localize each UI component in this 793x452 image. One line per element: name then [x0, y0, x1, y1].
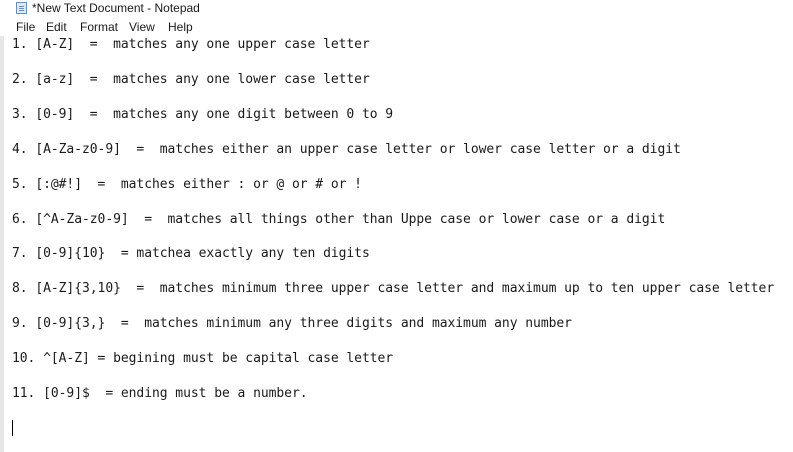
- notepad-window: *New Text Document - Notepad File Edit F…: [0, 0, 793, 452]
- text-line-4: 4. [A-Za-z0-9] = matches either an upper…: [12, 142, 681, 157]
- menu-view[interactable]: View: [129, 20, 155, 34]
- notepad-icon: [16, 2, 27, 14]
- text-line-8: 8. [A-Z]{3,10} = matches minimum three u…: [12, 281, 775, 296]
- text-line-6: 6. [^A-Za-z0-9] = matches all things oth…: [12, 212, 666, 227]
- window-title: *New Text Document - Notepad: [32, 1, 200, 15]
- text-line-9: 9. [0-9]{3,} = matches minimum any three…: [12, 316, 572, 331]
- menu-file[interactable]: File: [16, 20, 35, 34]
- text-line-7: 7. [0-9]{10} = matchea exactly any ten d…: [12, 246, 370, 261]
- text-line-11: 11. [0-9]$ = ending must be a number.: [12, 386, 308, 401]
- menu-bar: File Edit Format View Help: [0, 18, 793, 36]
- text-line-5: 5. [:@#!] = matches either : or @ or # o…: [12, 177, 362, 192]
- title-bar[interactable]: *New Text Document - Notepad: [0, 0, 793, 18]
- menu-format[interactable]: Format: [80, 20, 118, 34]
- editor-left-edge: [0, 36, 4, 452]
- text-line-10: 10. ^[A-Z] = begining must be capital ca…: [12, 351, 394, 366]
- menu-help[interactable]: Help: [168, 20, 193, 34]
- text-line-3: 3. [0-9] = matches any one digit between…: [12, 107, 394, 122]
- text-cursor: [12, 420, 13, 436]
- menu-edit[interactable]: Edit: [46, 20, 67, 34]
- text-line-1: 1. [A-Z] = matches any one upper case le…: [12, 37, 370, 52]
- text-line-2: 2. [a-z] = matches any one lower case le…: [12, 72, 370, 87]
